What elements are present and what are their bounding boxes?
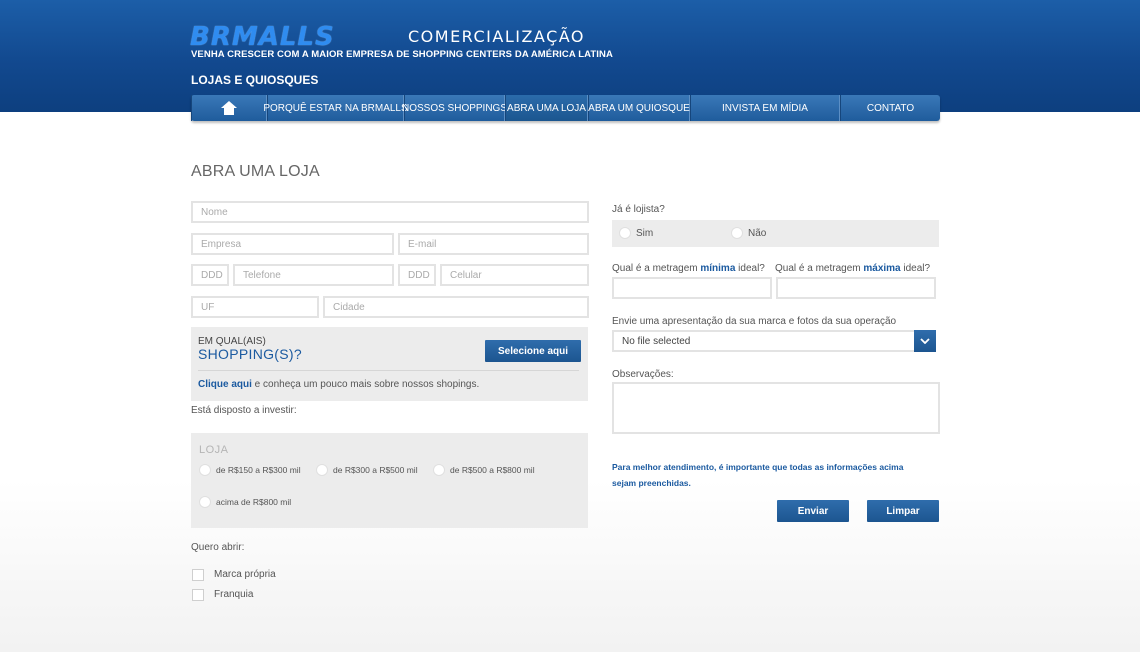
- nav-abra-uma-loja[interactable]: ABRA UMA LOJA: [505, 95, 588, 121]
- observacoes-label: Observações:: [612, 369, 674, 380]
- metragem-min-suffix: ideal?: [735, 263, 765, 274]
- nav-contato[interactable]: CONTATO: [840, 95, 940, 121]
- shopping-panel: EM QUAL(AIS) SHOPPING(S)? Selecione aqui…: [191, 327, 588, 401]
- metragem-max-word: máxima: [863, 263, 901, 274]
- selecione-shopping-button[interactable]: Selecione aqui: [485, 340, 581, 362]
- uf-input[interactable]: UF: [191, 296, 319, 318]
- logo-subtitle: COMERCIALIZAÇÃO: [408, 27, 586, 46]
- chevron-down-icon: [920, 338, 930, 344]
- ddd-celular-input[interactable]: DDD: [398, 264, 436, 286]
- upload-dropdown-button[interactable]: [914, 330, 936, 352]
- marca-propria-checkbox[interactable]: [192, 569, 204, 581]
- nav-invista-midia[interactable]: INVISTA EM MÍDIA: [690, 95, 840, 121]
- file-upload-value: No file selected: [622, 335, 691, 347]
- notice-text: Para melhor atendimento, é importante qu…: [612, 459, 903, 491]
- franquia-checkbox[interactable]: [192, 589, 204, 601]
- tagline: VENHA CRESCER COM A MAIOR EMPRESA DE SHO…: [191, 49, 613, 60]
- observacoes-textarea[interactable]: [612, 382, 940, 434]
- invest-radio-4[interactable]: [199, 496, 211, 508]
- nav-abra-um-quiosque[interactable]: ABRA UM QUIOSQUE: [588, 95, 690, 121]
- section-label: LOJAS E QUIOSQUES: [191, 73, 319, 87]
- email-input[interactable]: E-mail: [398, 233, 589, 255]
- quero-abrir-label: Quero abrir:: [191, 542, 245, 553]
- lojista-label: Já é lojista?: [612, 204, 665, 215]
- main-nav: PORQUÊ ESTAR NA BRMALLS NOSSOS SHOPPINGS…: [191, 95, 940, 121]
- invest-radio-2[interactable]: [316, 464, 328, 476]
- invest-radio-3[interactable]: [433, 464, 445, 476]
- metragem-maxima-input[interactable]: [776, 277, 936, 299]
- cidade-input[interactable]: Cidade: [323, 296, 589, 318]
- lojista-nao-label: Não: [748, 228, 767, 239]
- notice-line2: sejam preenchidas.: [612, 478, 691, 488]
- empresa-input[interactable]: Empresa: [191, 233, 394, 255]
- franquia-label: Franquia: [214, 589, 254, 600]
- shopping-info-text: Clique aqui e conheça um pouco mais sobr…: [198, 379, 479, 390]
- invest-option-1: de R$150 a R$300 mil: [216, 465, 301, 475]
- metragem-min-prefix: Qual é a metragem: [612, 263, 701, 274]
- brmalls-logo[interactable]: BRMALLS: [190, 22, 335, 52]
- divider: [198, 370, 579, 371]
- metragem-min-word: mínima: [700, 263, 736, 274]
- metragem-maxima-label: Qual é a metragem máxima ideal?: [775, 263, 930, 274]
- nav-home[interactable]: [191, 95, 267, 121]
- metragem-minima-input[interactable]: [612, 277, 772, 299]
- nav-porque-estar[interactable]: PORQUÊ ESTAR NA BRMALLS: [263, 95, 408, 121]
- page-title: ABRA UMA LOJA: [191, 163, 320, 180]
- notice-line1: Para melhor atendimento, é importante qu…: [612, 462, 904, 472]
- shopping-info-rest: e conheça um pouco mais sobre nossos sho…: [251, 379, 480, 390]
- ddd-telefone-input[interactable]: DDD: [191, 264, 229, 286]
- clique-aqui-link[interactable]: Clique aqui: [198, 379, 252, 390]
- invest-panel: LOJA de R$150 a R$300 mil de R$300 a R$5…: [191, 433, 588, 528]
- lojista-sim-label: Sim: [636, 228, 654, 239]
- file-upload-field[interactable]: No file selected: [612, 330, 936, 352]
- nav-nossos-shoppings[interactable]: NOSSOS SHOPPINGS: [402, 95, 507, 121]
- marca-propria-label: Marca própria: [214, 569, 276, 580]
- metragem-max-prefix: Qual é a metragem: [775, 263, 864, 274]
- invest-option-2: de R$300 a R$500 mil: [333, 465, 418, 475]
- shopping-line2: SHOPPING(S)?: [198, 346, 302, 362]
- limpar-button[interactable]: Limpar: [867, 500, 939, 522]
- invest-option-3: de R$500 a R$800 mil: [450, 465, 535, 475]
- enviar-button[interactable]: Enviar: [777, 500, 849, 522]
- lojista-panel: Sim Não: [612, 220, 939, 247]
- metragem-minima-label: Qual é a metragem mínima ideal?: [612, 263, 765, 274]
- upload-label: Envie uma apresentação da sua marca e fo…: [612, 316, 897, 327]
- metragem-max-suffix: ideal?: [900, 263, 931, 274]
- invest-radio-1[interactable]: [199, 464, 211, 476]
- invest-option-4: acima de R$800 mil: [216, 497, 292, 507]
- celular-input[interactable]: Celular: [440, 264, 589, 286]
- invest-label: Está disposto a investir:: [191, 405, 297, 416]
- lojista-nao-radio[interactable]: [731, 227, 743, 239]
- home-icon: [221, 101, 237, 115]
- lojista-sim-radio[interactable]: [619, 227, 631, 239]
- invest-box-title: LOJA: [199, 444, 229, 456]
- nome-input[interactable]: Nome: [191, 201, 589, 223]
- telefone-input[interactable]: Telefone: [233, 264, 394, 286]
